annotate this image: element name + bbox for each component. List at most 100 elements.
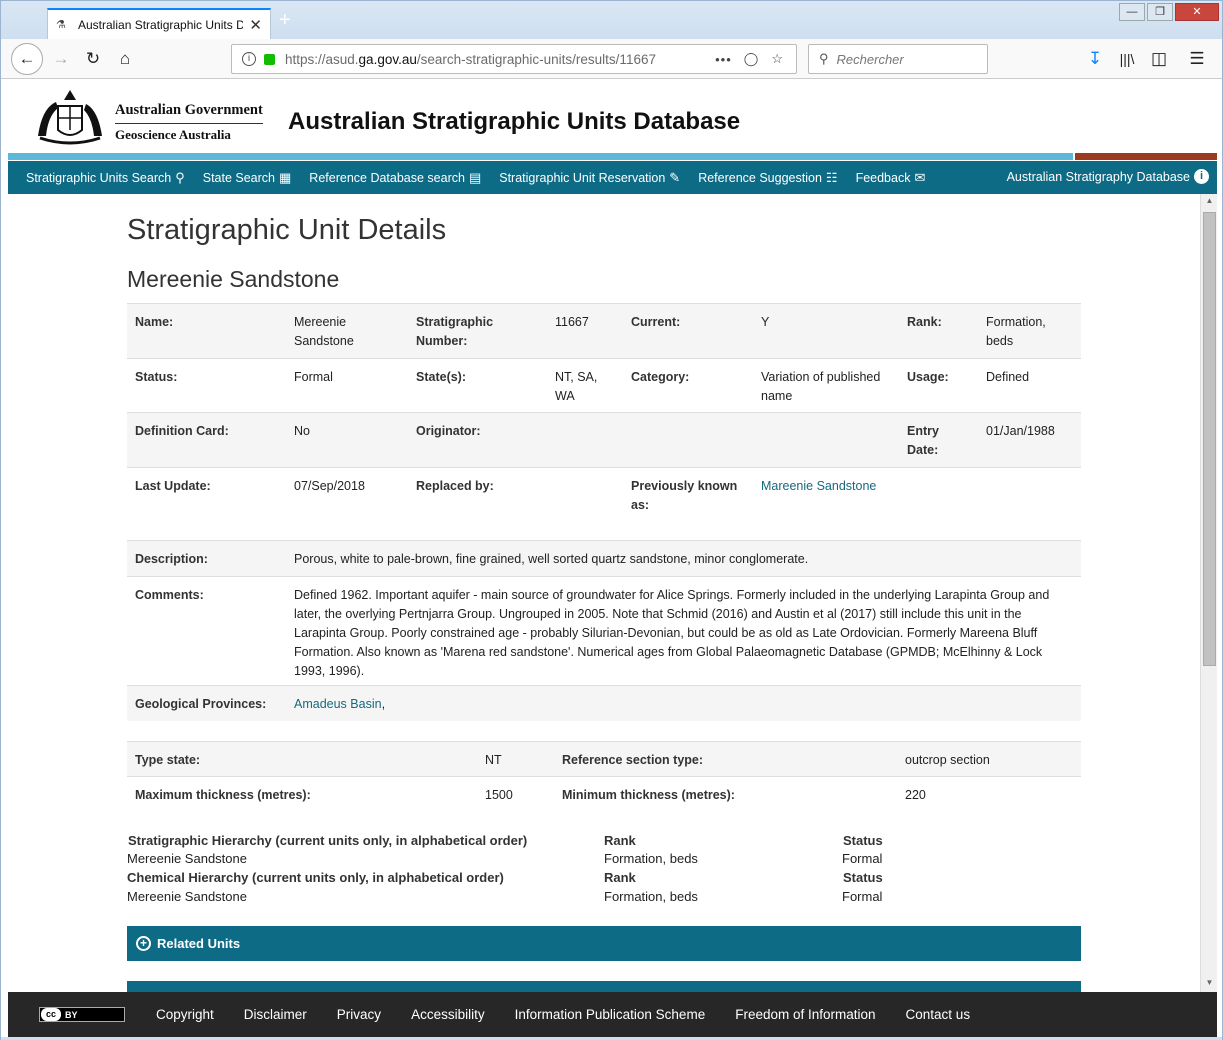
nav-label: Stratigraphic Unit Reservation: [499, 170, 666, 185]
reload-icon[interactable]: ↻: [79, 45, 107, 73]
related-units-label: Related Units: [157, 936, 241, 951]
browser-window: ⚗ Australian Stratigraphic Units D ✕ + —…: [0, 0, 1223, 1040]
rank-label: Rank:: [907, 315, 942, 329]
crest-favicon-icon: ⚗: [56, 18, 66, 31]
scroll-up-icon[interactable]: ▲: [1201, 196, 1218, 210]
map-icon: ▦: [279, 169, 292, 185]
unit-name-heading: Mereenie Sandstone: [127, 266, 340, 292]
sidebar-icon[interactable]: ◫: [1145, 45, 1173, 73]
provinces-label: Geological Provinces:: [135, 697, 267, 711]
scroll-down-icon[interactable]: ▼: [1201, 978, 1218, 992]
description-value: Porous, white to pale-brown, fine graine…: [294, 552, 809, 566]
table-row: Name: Mereenie Sandstone Stratigraphic N…: [127, 303, 1081, 358]
close-window-icon[interactable]: ✕: [1175, 3, 1219, 21]
ref-section-type-label: Reference section type:: [562, 753, 704, 767]
header-stripe-blue: [8, 153, 1073, 160]
replaced-by-label: Replaced by:: [416, 479, 494, 493]
browser-toolbar: ← → ↻ ⌂ i https://asud.ga.gov.au/search-…: [1, 39, 1222, 79]
strat-unit-status: Formal: [842, 851, 883, 866]
info-icon: i: [1194, 169, 1209, 184]
entry-date-label: Entry Date:: [907, 424, 939, 457]
chem-rank-header: Rank: [604, 870, 636, 885]
chem-hierarchy-title: Chemical Hierarchy (current units only, …: [127, 870, 504, 885]
page-actions-icon[interactable]: •••: [715, 52, 732, 67]
province-link[interactable]: Amadeus Basin: [294, 697, 382, 711]
nav-strat-units-search[interactable]: Stratigraphic Units Search ⚲: [26, 170, 185, 186]
max-thickness-label: Maximum thickness (metres):: [135, 788, 311, 802]
bookmark-star-icon[interactable]: ☆: [771, 51, 784, 67]
tab-title: Australian Stratigraphic Units D: [78, 17, 244, 32]
site-title[interactable]: Australian Stratigraphic Units Database: [288, 108, 740, 136]
description-label: Description:: [135, 552, 208, 566]
min-thickness-label: Minimum thickness (metres):: [562, 788, 735, 802]
status-label: Status:: [135, 370, 178, 384]
footer-link-privacy[interactable]: Privacy: [337, 1007, 381, 1022]
definition-card-value: No: [294, 424, 310, 438]
chem-unit-status: Formal: [842, 889, 883, 904]
usage-value: Defined: [986, 370, 1030, 384]
url-text: https://asud.ga.gov.au/search-stratigrap…: [285, 51, 656, 67]
library-icon[interactable]: |||\: [1113, 45, 1141, 73]
category-value: Variation of published name: [761, 370, 881, 403]
forward-icon[interactable]: →: [47, 45, 75, 73]
nav-feedback[interactable]: Feedback ✉: [856, 170, 926, 186]
tab-bar: ⚗ Australian Stratigraphic Units D ✕ + —…: [1, 1, 1222, 39]
search-icon: ⚲: [819, 51, 829, 66]
download-icon[interactable]: ↧: [1081, 45, 1109, 73]
coat-of-arms-icon[interactable]: [30, 88, 110, 146]
footer-link-foi[interactable]: Freedom of Information: [735, 1007, 875, 1022]
menu-icon[interactable]: ☰: [1183, 45, 1211, 73]
nav-label: Reference Suggestion: [698, 170, 822, 185]
nav-reference-suggestion[interactable]: Reference Suggestion ☷: [698, 170, 837, 186]
nav-state-search[interactable]: State Search ▦: [203, 170, 292, 186]
strat-number-value: 11667: [555, 315, 589, 329]
states-value: NT, SA, WA: [555, 370, 598, 403]
previously-known-link[interactable]: Mareenie Sandstone: [761, 477, 876, 496]
related-units-accordion[interactable]: + Related Units: [127, 926, 1081, 961]
agency-name: Geoscience Australia: [115, 127, 231, 142]
book-icon: ▤: [468, 169, 482, 185]
browser-tab[interactable]: ⚗ Australian Stratigraphic Units D ✕: [47, 8, 271, 39]
close-tab-icon[interactable]: ✕: [249, 16, 262, 34]
ref-section-type-value: outcrop section: [905, 753, 990, 767]
states-label: State(s):: [416, 370, 467, 384]
site-header: Australian Government Geoscience Austral…: [8, 80, 1217, 154]
last-update-value: 07/Sep/2018: [294, 479, 365, 493]
max-thickness-value: 1500: [485, 788, 513, 802]
back-icon[interactable]: ←: [11, 43, 43, 75]
home-icon[interactable]: ⌂: [111, 45, 139, 73]
pocket-icon[interactable]: ◯: [744, 51, 760, 67]
vertical-scrollbar[interactable]: ▲ ▼: [1200, 194, 1217, 992]
site-info-icon[interactable]: i: [242, 52, 256, 66]
minimize-icon[interactable]: —: [1119, 3, 1145, 21]
nav-reference-search[interactable]: Reference Database search ▤: [309, 170, 481, 186]
next-accordion[interactable]: [127, 981, 1081, 992]
rank-value: Formation, beds: [986, 315, 1046, 348]
table-row: Comments: Defined 1962. Important aquife…: [127, 576, 1081, 685]
footer-link-ips[interactable]: Information Publication Scheme: [515, 1007, 706, 1022]
status-value: Formal: [294, 370, 333, 384]
nav-label: Feedback: [855, 170, 911, 185]
nav-strat-database[interactable]: Australian Stratigraphy Database i: [1007, 169, 1209, 184]
table-row: Last Update: 07/Sep/2018 Replaced by: Pr…: [127, 467, 1081, 540]
footer-link-disclaimer[interactable]: Disclaimer: [244, 1007, 307, 1022]
originator-label: Originator:: [416, 424, 481, 438]
address-bar[interactable]: i https://asud.ga.gov.au/search-stratigr…: [231, 44, 797, 74]
section-table: Type state: NT Reference section type: o…: [127, 741, 1081, 812]
scroll-thumb[interactable]: [1203, 212, 1216, 666]
new-tab-icon[interactable]: +: [279, 10, 291, 30]
strat-status-header: Status: [843, 833, 883, 848]
cc-license-text: BY: [65, 1009, 78, 1020]
table-row: Definition Card: No Originator: Entry Da…: [127, 412, 1081, 467]
footer-link-contact[interactable]: Contact us: [906, 1007, 971, 1022]
search-box[interactable]: ⚲ Rechercher: [808, 44, 988, 74]
category-label: Category:: [631, 370, 690, 384]
strat-unit-rank: Formation, beds: [604, 851, 698, 866]
creative-commons-badge[interactable]: cc BY: [39, 1007, 125, 1022]
footer-link-copyright[interactable]: Copyright: [156, 1007, 214, 1022]
footer-link-accessibility[interactable]: Accessibility: [411, 1007, 485, 1022]
table-row: Status: Formal State(s): NT, SA, WA Cate…: [127, 358, 1081, 412]
maximize-icon[interactable]: ❐: [1147, 3, 1173, 21]
lock-icon[interactable]: [264, 53, 275, 65]
nav-unit-reservation[interactable]: Stratigraphic Unit Reservation ✎: [499, 170, 680, 186]
